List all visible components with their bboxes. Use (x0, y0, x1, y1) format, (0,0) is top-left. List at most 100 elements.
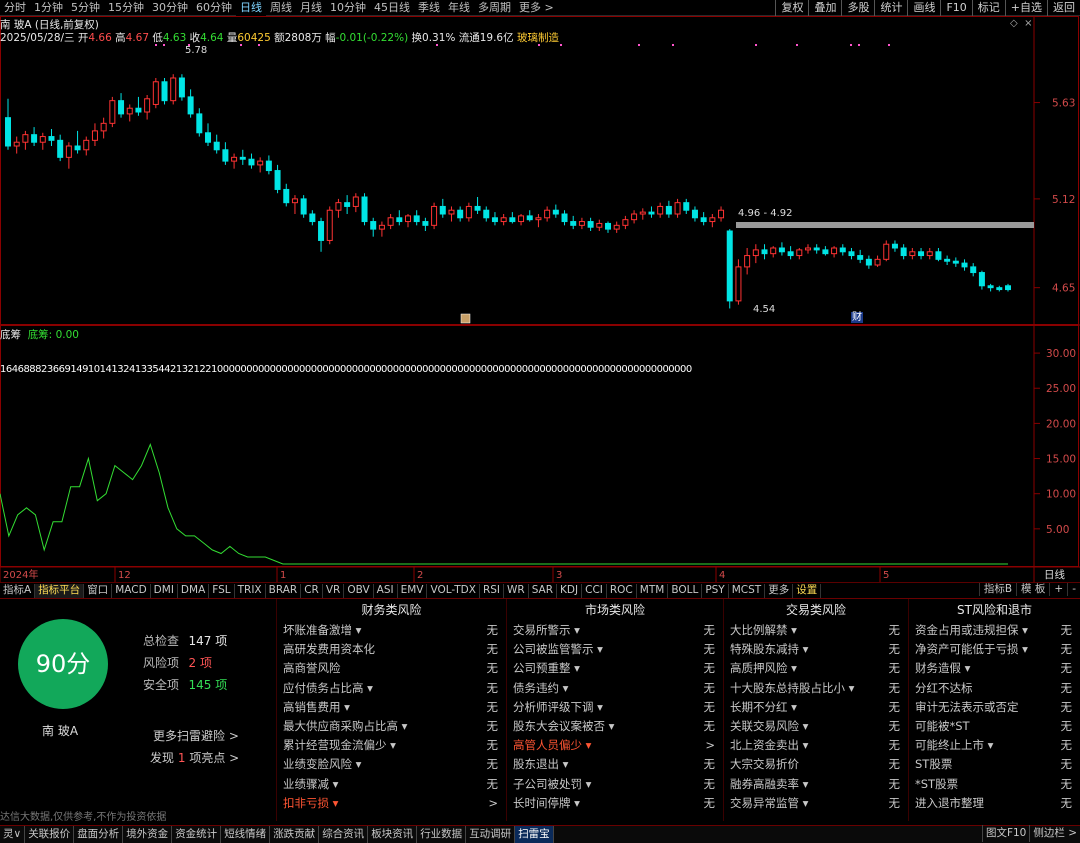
indicator-tab-6[interactable]: FSL (209, 584, 235, 598)
indicator-tab-10[interactable]: VR (323, 584, 345, 598)
risk-row[interactable]: 股东大会议案被否 ▾ 无 (507, 717, 723, 736)
risk-row[interactable]: 最大供应商采购占比高 ▾ 无 (277, 717, 506, 736)
risk-row[interactable]: 交易异常监管 ▾ 无 (724, 794, 908, 813)
bottom-tab-right-1[interactable]: 侧边栏 > (1029, 825, 1080, 842)
timeframe-tab-10[interactable]: 45日线 (370, 0, 414, 16)
bottom-tab-10[interactable]: 互动调研 (466, 826, 516, 843)
risk-row[interactable]: 长期不分红 ▾ 无 (724, 698, 908, 717)
risk-row[interactable]: 高管人员偏少 ▾ > (507, 736, 723, 755)
risk-row[interactable]: 高研发费用资本化 无 (277, 640, 506, 659)
finance-marker[interactable]: 财 (851, 312, 863, 323)
indicator-tab-22[interactable]: BOLL (668, 584, 703, 598)
timeframe-tab-13[interactable]: 多周期 (474, 0, 515, 16)
indicator-tab-12[interactable]: ASI (374, 584, 398, 598)
diamond-icon[interactable]: ◇ (1010, 18, 1018, 29)
risk-row[interactable]: 特殊股东减持 ▾ 无 (724, 640, 908, 659)
risk-row[interactable]: 大比例解禁 ▾ 无 (724, 621, 908, 640)
toolbar-button-7[interactable]: +自选 (1004, 0, 1047, 16)
risk-row[interactable]: 累计经营现金流偏少 ▾ 无 (277, 736, 506, 755)
close-icon[interactable]: × (1024, 18, 1032, 29)
risk-row[interactable]: 扣非亏损 ▾ > (277, 794, 506, 813)
indicator-tab-right-2[interactable]: + (1049, 583, 1067, 596)
indicator-tab-21[interactable]: MTM (637, 584, 669, 598)
timeframe-tab-9[interactable]: 10分钟 (326, 0, 370, 16)
bottom-tab-6[interactable]: 涨跌贡献 (270, 826, 320, 843)
bottom-tab-5[interactable]: 短线情绪 (221, 826, 271, 843)
toolbar-button-1[interactable]: 叠加 (808, 0, 841, 16)
risk-row[interactable]: 融券高融卖率 ▾ 无 (724, 775, 908, 794)
timeframe-tab-4[interactable]: 30分钟 (148, 0, 192, 16)
indicator-tab-2[interactable]: 窗口 (84, 584, 113, 598)
risk-row[interactable]: 进入退市整理 无 (909, 794, 1080, 813)
risk-row[interactable]: 业绩骤减 ▾ 无 (277, 775, 506, 794)
indicator-tab-19[interactable]: CCI (582, 584, 607, 598)
toolbar-button-6[interactable]: 标记 (971, 0, 1005, 16)
indicator-tab-7[interactable]: TRIX (235, 584, 266, 598)
indicator-tab-16[interactable]: WR (504, 584, 529, 598)
indicator-tab-11[interactable]: OBV (344, 584, 374, 598)
bottom-tab-7[interactable]: 综合资讯 (319, 826, 369, 843)
timeframe-tab-5[interactable]: 60分钟 (192, 0, 236, 16)
risk-row[interactable]: 可能终止上市 ▾ 无 (909, 736, 1080, 755)
bottom-tab-4[interactable]: 资金统计 (172, 826, 222, 843)
risk-row[interactable]: 大宗交易折价 无 (724, 755, 908, 774)
timeframe-tab-7[interactable]: 周线 (266, 0, 296, 16)
timeframe-tab-8[interactable]: 月线 (296, 0, 326, 16)
risk-row[interactable]: 分红不达标 无 (909, 679, 1080, 698)
timeframe-tab-3[interactable]: 15分钟 (104, 0, 148, 16)
risk-row[interactable]: 应付债务占比高 ▾ 无 (277, 679, 506, 698)
risk-row[interactable]: 业绩变脸风险 ▾ 无 (277, 755, 506, 774)
risk-row[interactable]: 资金占用或违规担保 ▾ 无 (909, 621, 1080, 640)
risk-row[interactable]: 公司被监管警示 ▾ 无 (507, 640, 723, 659)
risk-row[interactable]: 高商誉风险 无 (277, 659, 506, 678)
toolbar-button-5[interactable]: F10 (940, 0, 971, 16)
indicator-tab-4[interactable]: DMI (151, 584, 178, 598)
bottom-tab-9[interactable]: 行业数据 (417, 826, 467, 843)
indicator-tab-8[interactable]: BRAR (266, 584, 302, 598)
timeframe-tab-0[interactable]: 分时 (0, 0, 30, 16)
risk-row[interactable]: 高销售费用 ▾ 无 (277, 698, 506, 717)
risk-row[interactable]: 关联交易风险 ▾ 无 (724, 717, 908, 736)
indicator-tab-17[interactable]: SAR (529, 584, 558, 598)
indicator-tab-right-0[interactable]: 指标B (978, 583, 1016, 596)
indicator-tab-24[interactable]: MCST (729, 584, 766, 598)
toolbar-button-3[interactable]: 统计 (874, 0, 907, 16)
bottom-tab-2[interactable]: 盘面分析 (74, 826, 124, 843)
toolbar-button-8[interactable]: 返回 (1047, 0, 1080, 16)
timeframe-tab-11[interactable]: 季线 (414, 0, 444, 16)
indicator-tab-23[interactable]: PSY (702, 584, 729, 598)
indicator-tab-9[interactable]: CR (301, 584, 323, 598)
risk-row[interactable]: 交易所警示 ▾ 无 (507, 621, 723, 640)
indicator-tab-3[interactable]: MACD (112, 584, 151, 598)
indicator-tab-1[interactable]: 指标平台 (35, 584, 85, 598)
bottom-tab-11[interactable]: 扫雷宝 (515, 826, 554, 843)
risk-row[interactable]: 财务造假 ▾ 无 (909, 659, 1080, 678)
risk-row[interactable]: 审计无法表示或否定 无 (909, 698, 1080, 717)
toolbar-button-0[interactable]: 复权 (775, 0, 808, 16)
indicator-tab-14[interactable]: VOL-TDX (427, 584, 480, 598)
toolbar-button-4[interactable]: 画线 (907, 0, 940, 16)
indicator-tab-20[interactable]: ROC (607, 584, 637, 598)
indicator-tab-right-3[interactable]: - (1067, 583, 1080, 596)
indicator-tab-0[interactable]: 指标A (0, 584, 36, 598)
risk-row[interactable]: *ST股票 无 (909, 775, 1080, 794)
risk-row[interactable]: 子公司被处罚 ▾ 无 (507, 775, 723, 794)
risk-row[interactable]: 分析师评级下调 ▾ 无 (507, 698, 723, 717)
more-scan-link[interactable]: 更多扫雷避险 > (153, 727, 239, 744)
indicator-tab-13[interactable]: EMV (398, 584, 428, 598)
bottom-tab-right-0[interactable]: 图文F10 (981, 825, 1029, 842)
risk-row[interactable]: 股东退出 ▾ 无 (507, 755, 723, 774)
risk-row[interactable]: ST股票 无 (909, 755, 1080, 774)
timeframe-tab-6[interactable]: 日线 (236, 0, 266, 16)
risk-row[interactable]: 北上资金卖出 ▾ 无 (724, 736, 908, 755)
indicator-tab-18[interactable]: KDJ (557, 584, 583, 598)
risk-row[interactable]: 债务违约 ▾ 无 (507, 679, 723, 698)
bottom-tab-8[interactable]: 板块资讯 (368, 826, 418, 843)
bottom-tab-1[interactable]: 关联报价 (25, 826, 75, 843)
timeframe-tab-14[interactable]: 更多 > (515, 0, 558, 16)
risk-row[interactable]: 坏账准备激增 ▾ 无 (277, 621, 506, 640)
indicator-tab-25[interactable]: 更多 (765, 584, 794, 598)
chart-area[interactable]: 5.635.124.65 30.0025.0020.0015.0010.005.… (0, 16, 1080, 582)
risk-row[interactable]: 公司预重整 ▾ 无 (507, 659, 723, 678)
timeframe-tab-12[interactable]: 年线 (444, 0, 474, 16)
